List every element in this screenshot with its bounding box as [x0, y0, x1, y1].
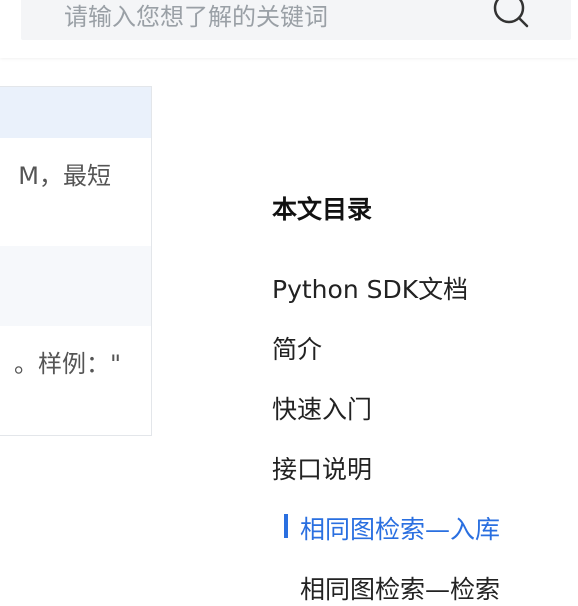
table-row	[0, 246, 151, 326]
toc-item-same-image-search[interactable]: 相同图检索—检索	[300, 570, 500, 606]
toc-title: 本文目录	[272, 195, 373, 224]
table-cell: 。样例："	[13, 350, 121, 378]
toc-item-python-sdk[interactable]: Python SDK文档	[272, 270, 468, 306]
toc-item-quickstart[interactable]: 快速入门	[272, 390, 372, 426]
search-icon[interactable]	[491, 0, 531, 34]
table-header-row	[0, 87, 151, 138]
table-cell: M，最短	[18, 162, 111, 190]
header	[0, 0, 578, 58]
toc-active-indicator	[284, 514, 288, 538]
param-table: M，最短 。样例："	[0, 86, 152, 436]
table-row: 。样例："	[0, 326, 151, 435]
toc-item-same-image-add[interactable]: 相同图检索—入库	[300, 510, 500, 546]
search-bar	[21, 0, 571, 40]
toc-item-intro[interactable]: 简介	[272, 330, 322, 366]
toc-item-api-desc[interactable]: 接口说明	[272, 450, 372, 486]
search-input[interactable]	[21, 0, 534, 40]
table-row: M，最短	[0, 138, 151, 246]
